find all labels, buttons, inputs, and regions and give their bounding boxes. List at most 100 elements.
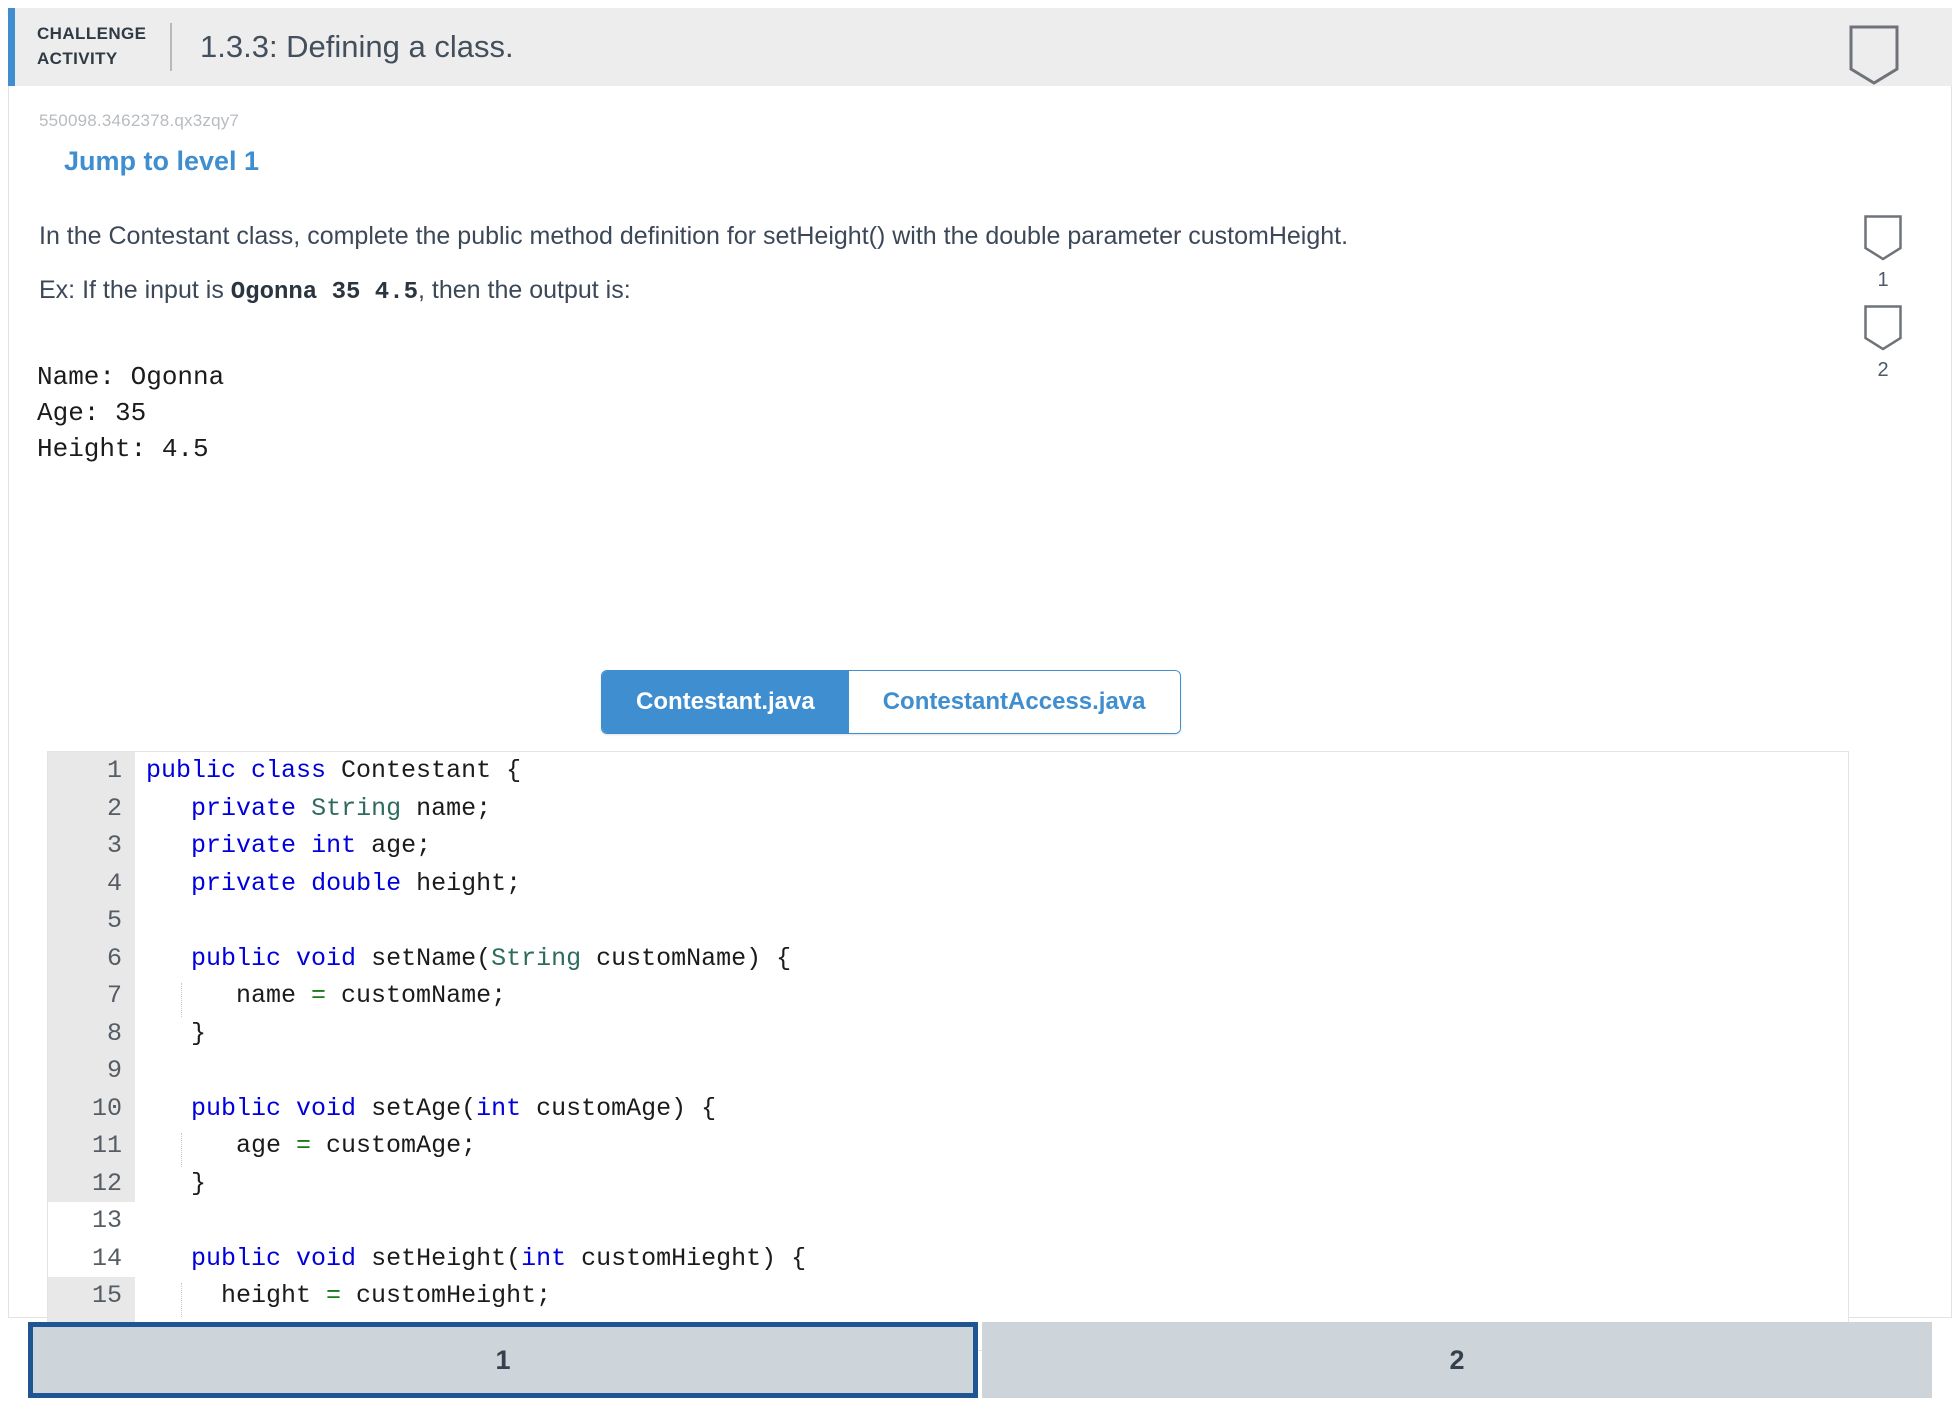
line-number: 13 [48,1202,135,1240]
tab-contestantaccess-java[interactable]: ContestantAccess.java [849,671,1180,733]
indent-guide [181,983,182,1017]
code-token: customHieght) { [566,1244,806,1273]
code-token: age; [356,831,431,860]
page-title: 1.3.3: Defining a class. [200,29,514,65]
code-line-text[interactable]: private String name; [135,794,491,823]
code-token: double [311,869,401,898]
code-line-text[interactable]: } [135,1169,206,1198]
code-token: } [146,1019,206,1048]
code-token [236,756,251,785]
jump-to-level-link[interactable]: Jump to level 1 [64,146,259,177]
code-token: = [311,981,326,1010]
question-id: 550098.3462378.qx3zqy7 [39,111,239,131]
code-token: height [146,1281,326,1310]
code-line-text[interactable]: public void setHeight(int customHieght) … [135,1244,806,1273]
code-line-text[interactable]: private int age; [135,831,431,860]
code-token: = [326,1281,341,1310]
code-token: int [476,1094,521,1123]
example-line: Ex: If the input is Ogonna 35 4.5, then … [39,276,631,306]
code-line: 13 [48,1202,1848,1240]
code-line: 7 name = customName; [48,977,1848,1015]
line-number: 15 [48,1277,135,1315]
code-line: 6 public void setName(String customName)… [48,940,1848,978]
code-token: setName( [356,944,491,973]
code-token: customHeight; [341,1281,551,1310]
code-line: 9 [48,1052,1848,1090]
code-line-text[interactable]: public class Contestant { [135,756,521,785]
code-token [281,1244,296,1273]
code-editor[interactable]: 1public class Contestant {2 private Stri… [47,751,1849,1351]
checkpoint-number: 2 [1837,359,1929,382]
code-line-text[interactable]: name = customName; [135,981,506,1010]
code-token: customName) { [581,944,791,973]
checkpoint-number: 1 [1837,269,1929,292]
checkpoint-2[interactable]: 2 [1837,304,1929,382]
code-token: public [191,1094,281,1123]
code-token [146,1244,191,1273]
code-token: customName; [326,981,506,1010]
code-lines: 1public class Contestant {2 private Stri… [48,752,1848,1351]
code-token: = [296,1131,311,1160]
code-token [281,944,296,973]
line-number: 3 [48,827,135,865]
code-token: void [296,1244,356,1273]
code-line-text[interactable]: } [135,1019,206,1048]
example-suffix: , then the output is: [418,276,631,304]
code-token: class [251,756,326,785]
code-token: String [311,794,401,823]
code-token: public [146,756,236,785]
line-number: 11 [48,1127,135,1165]
checkpoint-1[interactable]: 1 [1837,214,1929,292]
indent-guide [181,1283,182,1317]
code-line-text[interactable]: public void setName(String customName) { [135,944,791,973]
code-token [296,794,311,823]
shield-icon [1863,214,1903,262]
code-token [296,869,311,898]
code-token: int [311,831,356,860]
code-token [146,831,191,860]
code-line: 12 } [48,1165,1848,1203]
code-token: height; [401,869,521,898]
indent-guide [181,1133,182,1167]
code-line-text[interactable]: age = customAge; [135,1131,476,1160]
code-token [146,869,191,898]
code-line-text[interactable]: private double height; [135,869,521,898]
code-line: 4 private double height; [48,865,1848,903]
code-token: String [491,944,581,973]
code-line-text[interactable]: height = customHeight; [135,1281,551,1310]
code-token [146,794,191,823]
code-token: void [296,944,356,973]
code-line: 3 private int age; [48,827,1848,865]
challenge-activity-label-line2: ACTIVITY [37,47,170,72]
code-line: 11 age = customAge; [48,1127,1848,1165]
line-number: 8 [48,1015,135,1053]
line-number: 1 [48,752,135,790]
code-token: age [146,1131,296,1160]
code-token: private [191,794,296,823]
code-line: 8 } [48,1015,1848,1053]
code-line-text[interactable]: public void setAge(int customAge) { [135,1094,716,1123]
step-button-1[interactable]: 1 [28,1322,978,1398]
code-line: 14 public void setHeight(int customHiegh… [48,1240,1848,1278]
challenge-activity-label-line1: CHALLENGE [37,22,170,47]
example-prefix: Ex: If the input is [39,276,224,304]
tab-contestant-java[interactable]: Contestant.java [602,671,849,733]
line-number: 6 [48,940,135,978]
code-token: Contestant { [326,756,521,785]
header-shield-icon [1848,24,1900,91]
challenge-activity-label: CHALLENGE ACTIVITY [15,22,170,71]
code-token: name [146,981,311,1010]
code-token [146,1094,191,1123]
header-divider [170,23,172,71]
code-token [281,1094,296,1123]
code-line: 2 private String name; [48,790,1848,828]
code-token: name; [401,794,491,823]
line-number: 10 [48,1090,135,1128]
code-token [296,831,311,860]
code-token: setHeight( [356,1244,521,1273]
checkpoint-rail: 12 [1837,214,1929,394]
line-number: 12 [48,1165,135,1203]
file-tabs: Contestant.javaContestantAccess.java [601,670,1181,734]
step-button-2[interactable]: 2 [982,1322,1932,1398]
code-token: private [191,831,296,860]
